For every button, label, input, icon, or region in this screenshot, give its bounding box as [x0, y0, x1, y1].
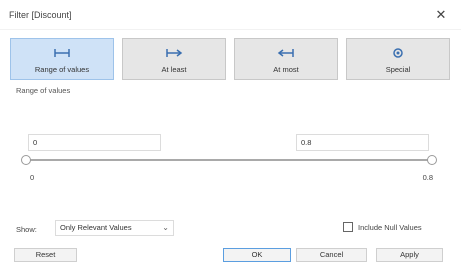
dialog-titlebar: Filter [Discount] ✕ [0, 0, 461, 30]
dialog-title: Filter [Discount] [9, 10, 72, 20]
tab-label: Range of values [34, 65, 90, 74]
show-selected-value: Only Relevant Values [60, 223, 132, 232]
range-slider-track[interactable] [26, 159, 432, 161]
include-null-checkbox[interactable] [343, 222, 353, 232]
close-icon[interactable]: ✕ [433, 7, 449, 23]
at-most-icon [277, 49, 294, 57]
range-axis-max-label: 0.8 [422, 173, 433, 182]
tab-special[interactable]: Special [346, 38, 450, 80]
include-null-label: Include Null Values [358, 223, 422, 232]
range-icon [54, 49, 70, 57]
tab-at-least[interactable]: At least [122, 38, 226, 80]
range-section-label: Range of values [16, 86, 71, 95]
tab-at-most[interactable]: At most [234, 38, 338, 80]
special-icon [393, 48, 403, 58]
tab-range-of-values[interactable]: Range of values [10, 38, 114, 80]
tab-label: At least [161, 65, 187, 74]
ok-button[interactable]: OK [223, 248, 291, 262]
max-slider-handle[interactable] [427, 155, 437, 165]
tab-label: At most [273, 65, 299, 74]
min-value-field[interactable]: 0 [28, 134, 161, 151]
reset-button[interactable]: Reset [14, 248, 77, 262]
chevron-down-icon: ⌄ [162, 223, 169, 232]
range-slider-fill [26, 159, 432, 161]
max-value-field[interactable]: 0.8 [296, 134, 429, 151]
min-slider-handle[interactable] [21, 155, 31, 165]
tab-label: Special [385, 65, 411, 74]
apply-button[interactable]: Apply [376, 248, 443, 262]
filter-mode-tabs: Range of values At least At most Special [10, 38, 450, 80]
show-label: Show: [16, 225, 37, 234]
show-values-dropdown[interactable]: Only Relevant Values ⌄ [55, 220, 174, 236]
cancel-button[interactable]: Cancel [296, 248, 367, 262]
at-least-icon [166, 49, 183, 57]
range-axis-min-label: 0 [30, 173, 35, 182]
